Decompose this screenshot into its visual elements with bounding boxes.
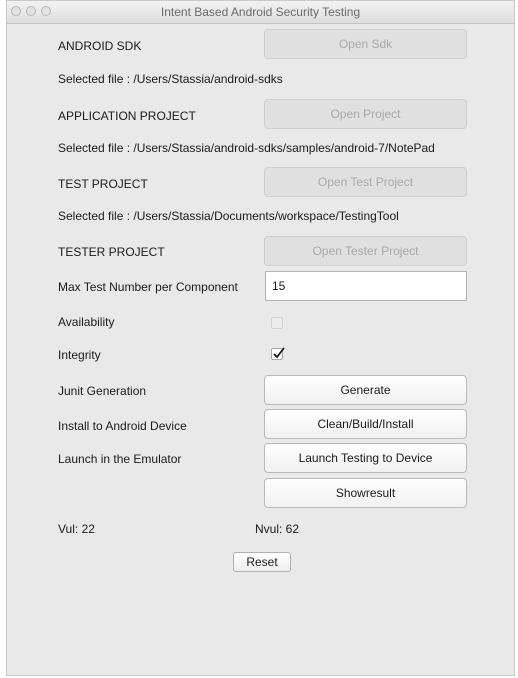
app-selected-file: Selected file : /Users/Stassia/android-s… (58, 141, 435, 155)
integrity-checkbox[interactable] (271, 347, 285, 360)
vul-count: Vul: 22 (58, 522, 95, 536)
test-selected-file: Selected file : /Users/Stassia/Documents… (58, 209, 399, 223)
tester-project-label: TESTER PROJECT (58, 245, 165, 259)
max-test-input[interactable] (265, 271, 467, 301)
availability-checkbox[interactable] (271, 317, 283, 329)
window-title: Intent Based Android Security Testing (160, 5, 361, 19)
nvul-count: Nvul: 62 (255, 522, 300, 536)
availability-label: Availability (58, 315, 115, 329)
test-project-label: TEST PROJECT (58, 177, 148, 191)
integrity-label: Integrity (58, 348, 101, 362)
title-bar: Intent Based Android Security Testing (7, 1, 514, 24)
reset-button[interactable]: Reset (233, 552, 291, 572)
sdk-selected-file: Selected file : /Users/Stassia/android-s… (58, 72, 283, 86)
launch-emulator-label: Launch in the Emulator (58, 452, 182, 466)
generate-button[interactable]: Generate (264, 375, 467, 405)
showresult-button[interactable]: Showresult (264, 478, 467, 508)
open-test-project-button[interactable]: Open Test Project (264, 167, 467, 197)
junit-generation-label: Junit Generation (58, 384, 147, 398)
launch-testing-button[interactable]: Launch Testing to Device (264, 443, 467, 473)
max-test-label: Max Test Number per Component (58, 280, 238, 294)
clean-build-install-button[interactable]: Clean/Build/Install (264, 409, 467, 439)
open-sdk-button[interactable]: Open Sdk (264, 29, 467, 59)
open-project-button[interactable]: Open Project (264, 99, 467, 129)
android-sdk-label: ANDROID SDK (58, 39, 142, 53)
application-project-label: APPLICATION PROJECT (58, 109, 196, 123)
open-tester-project-button[interactable]: Open Tester Project (264, 236, 467, 266)
app-window: Intent Based Android Security Testing AN… (6, 0, 515, 676)
checkmark-icon (273, 347, 285, 359)
install-device-label: Install to Android Device (58, 419, 187, 433)
